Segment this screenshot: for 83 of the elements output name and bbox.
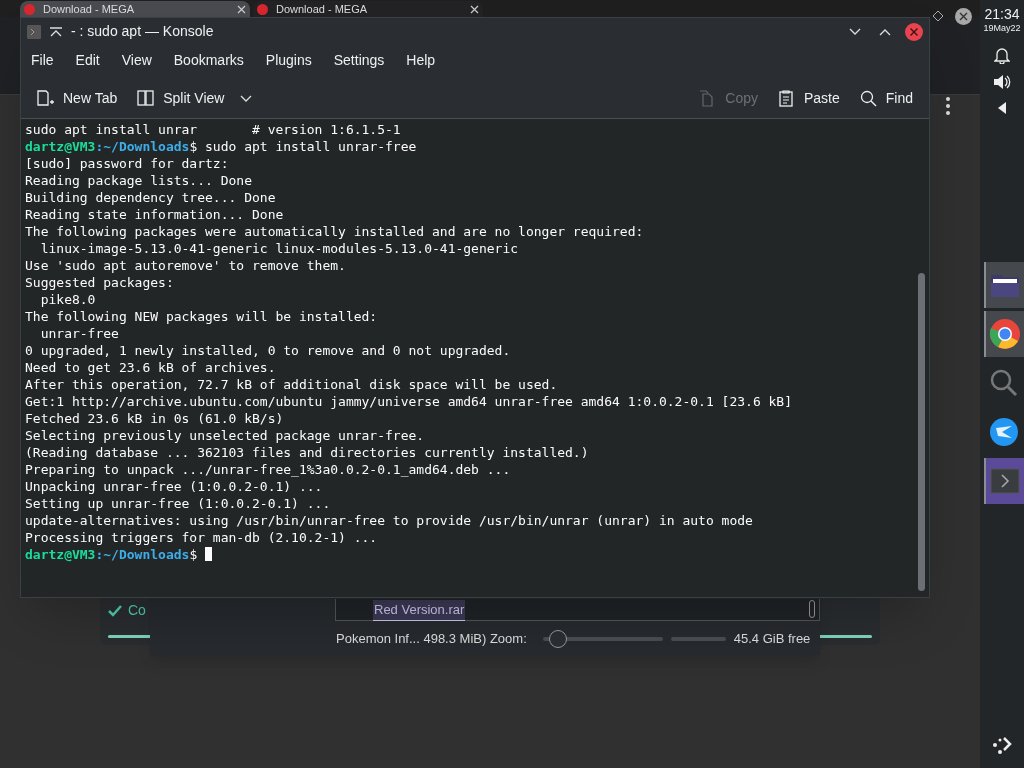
disk-bar: [670, 636, 726, 641]
slider-thumb[interactable]: [549, 629, 568, 648]
browser-icon: [989, 318, 1021, 350]
prompt-path: :~/Downloads: [95, 547, 190, 562]
speaker-icon[interactable]: [993, 74, 1011, 90]
toolbar-button[interactable]: Find: [859, 88, 913, 109]
output-line: unrar-free: [39, 325, 120, 342]
output-line: 0 upgraded, 1 newly installed, 0 to remove and 0 not upgraded.: [25, 342, 512, 359]
output-line: pike8.0: [39, 291, 97, 308]
menu-item[interactable]: Edit: [75, 49, 100, 71]
split-view-icon: [137, 90, 156, 107]
kebab-icon[interactable]: [944, 96, 952, 116]
prompt-user: dartz@VM3: [25, 547, 96, 562]
close-icon[interactable]: [470, 4, 479, 14]
output-line: Fetched 23.6 kB in 0s (61.0 kB/s): [25, 410, 285, 427]
toolbar-button[interactable]: Split View: [137, 88, 253, 109]
caret-icon: [240, 94, 253, 103]
output-line: Preparing to unpack .../unrar-free_1%3a0.0.2-0.1_amd64.deb ...: [25, 461, 512, 478]
bell-icon[interactable]: [994, 46, 1010, 64]
output-line: [sudo] password for dartz:: [25, 155, 230, 172]
menu-item[interactable]: Plugins: [265, 49, 312, 71]
close-icon[interactable]: [905, 22, 923, 41]
scrollbar[interactable]: [809, 600, 815, 618]
status-text: Pokemon Inf... 498.3 MiB) Zoom:: [336, 630, 527, 648]
collapse-icon[interactable]: [998, 102, 1006, 114]
zoom-slider[interactable]: [542, 629, 663, 648]
output-line: Reading package lists... Done: [25, 172, 253, 189]
free-space: 45.4 GiB free: [733, 630, 811, 648]
minimize-icon[interactable]: [849, 27, 861, 36]
search-icon: [859, 90, 878, 107]
check-icon[interactable]: [108, 604, 122, 617]
taskbar-item[interactable]: [984, 311, 1024, 357]
terminal-icon: [989, 465, 1021, 497]
site-icon[interactable]: [257, 3, 268, 15]
output-line: After this operation, 72.7 kB of additional disk space will be used.: [25, 376, 559, 393]
tab-title: Download - MEGA: [276, 2, 369, 16]
clock-date[interactable]: 19May22: [983, 22, 1021, 34]
search-icon: [988, 367, 1020, 399]
clock-time[interactable]: 21:34: [984, 6, 1020, 22]
diamond-icon[interactable]: [932, 10, 944, 22]
output-line: Building dependency tree... Done: [25, 189, 277, 206]
keep-above-icon[interactable]: [49, 26, 63, 37]
command-text: $ sudo apt install unrar-free: [189, 139, 417, 154]
output-line: Selecting previously unselected package unrar-free.: [25, 427, 426, 444]
menu-item[interactable]: Help: [406, 49, 436, 71]
close-icon[interactable]: [955, 8, 972, 25]
output-line: Setting up unrar-free (1:0.0.2-0.1) ...: [25, 495, 332, 512]
scrollbar-thumb[interactable]: [918, 273, 925, 591]
menu-item[interactable]: Settings: [333, 49, 385, 71]
output-line: (Reading database ... 362103 files and directories currently installed.): [25, 444, 590, 461]
output-line: Suggested packages:: [25, 274, 175, 291]
maximize-icon[interactable]: [879, 27, 891, 36]
status-text: Co: [128, 601, 146, 620]
new-tab-icon: [37, 90, 55, 107]
toolbar-button[interactable]: New Tab: [37, 88, 118, 109]
taskbar-item[interactable]: [984, 262, 1024, 308]
output-line: The following NEW packages will be installed:: [25, 308, 379, 325]
output-line: Unpacking unrar-free (1:0.0.2-0.1) ...: [25, 478, 324, 495]
clipboard-icon: [777, 90, 796, 107]
menu-item[interactable]: View: [121, 49, 152, 71]
bird-icon: [988, 416, 1020, 448]
menu-item[interactable]: File: [31, 49, 54, 71]
command-text: $: [189, 547, 199, 562]
menu-item[interactable]: Bookmarks: [173, 49, 244, 71]
browser-tab[interactable]: Download - MEGA: [253, 1, 483, 17]
output-line: The following packages were automatically installed and are no longer required:: [25, 223, 645, 240]
output-line: Processing triggers for man-db (2.10.2-1) ...: [25, 529, 379, 546]
browser-tab[interactable]: Download - MEGA: [20, 1, 250, 17]
close-icon[interactable]: [237, 4, 246, 14]
window-title: - : sudo apt — Konsole: [71, 22, 214, 41]
tab-title: Download - MEGA: [43, 2, 136, 16]
output-line: sudo apt install unrar # version 1:6.1.5-1: [25, 121, 402, 138]
terminal-icon: [27, 24, 41, 39]
output-line: Reading state information... Done: [25, 206, 285, 223]
file-name[interactable]: Red Version.rar: [373, 600, 466, 621]
output-line: Use 'sudo apt autoremove' to remove them.: [25, 257, 347, 274]
output-line: Need to get 23.6 kB of archives.: [25, 359, 277, 376]
output-line: update-alternatives: using /usr/bin/unrar-free to provide /usr/bin/unrar (unrar) in auto mode: [25, 512, 754, 529]
prompt-path: :~/Downloads: [95, 139, 190, 154]
output-line: Get:1 http://archive.ubuntu.com/ubuntu jammy/universe amd64 unrar-free amd64 1:0.0.2-0.1 [23.6 kB]: [25, 393, 793, 410]
prompt-user: dartz@VM3: [25, 139, 96, 154]
toolbar-button[interactable]: Paste: [777, 88, 840, 109]
output-line: linux-image-5.13.0-41-generic linux-modules-5.13.0-41-generic: [39, 240, 520, 257]
